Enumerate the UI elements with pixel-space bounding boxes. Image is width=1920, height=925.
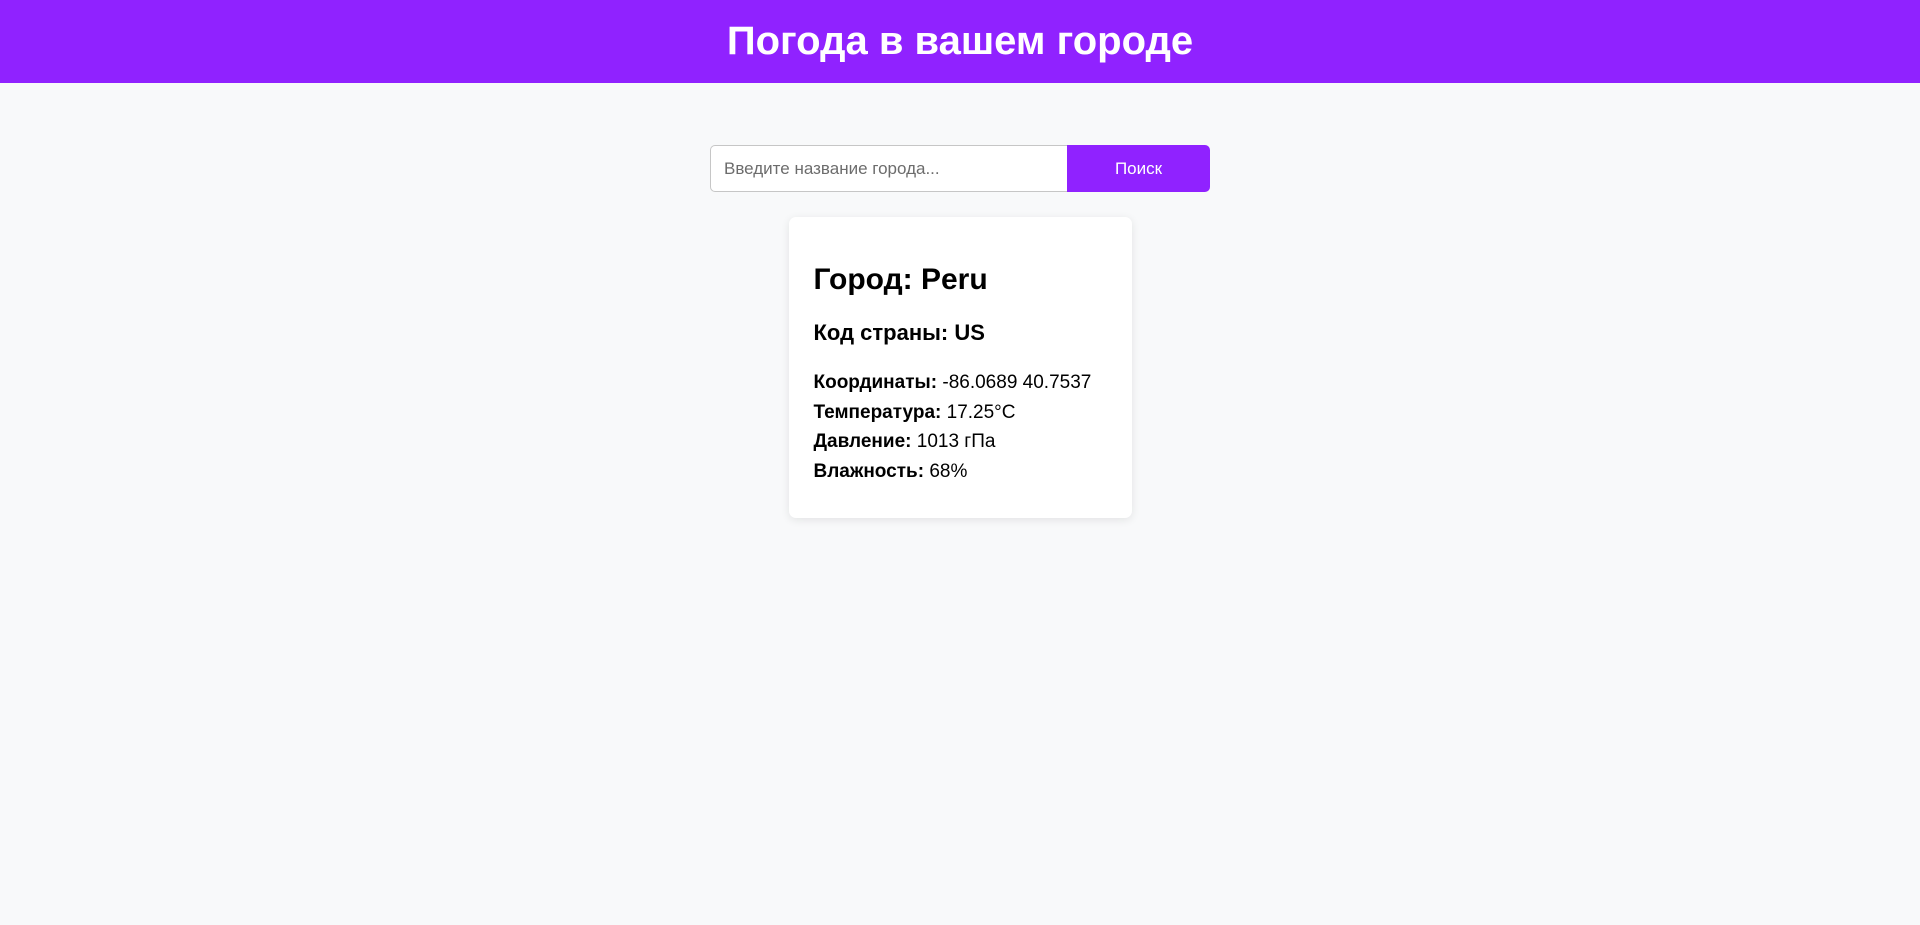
humidity-row: Влажность: 68% [814, 457, 1107, 487]
city-search-input[interactable] [710, 145, 1067, 192]
app-header: Погода в вашем городе [0, 0, 1920, 83]
temperature-value: 17.25°C [946, 401, 1016, 423]
weather-info-list: Координаты: -86.0689 40.7537 Температура… [814, 368, 1107, 486]
coordinates-row: Координаты: -86.0689 40.7537 [814, 368, 1107, 398]
search-bar: Поиск [0, 145, 1920, 192]
weather-card: Город: Peru Код страны: US Координаты: -… [788, 217, 1132, 518]
city-title: Город: Peru [814, 265, 1107, 295]
pressure-label: Давление: [813, 431, 912, 452]
humidity-label: Влажность: [813, 460, 925, 482]
search-button[interactable]: Поиск [1067, 145, 1210, 192]
pressure-value: 1013 гПа [916, 431, 996, 452]
pressure-row: Давление: 1013 гПа [814, 427, 1107, 457]
country-label: Код страны: [813, 320, 949, 345]
city-label: Город: [813, 263, 913, 296]
temperature-label: Температура: [813, 401, 942, 423]
page-title: Погода в вашем городе [726, 19, 1194, 63]
humidity-value: 68% [929, 460, 968, 482]
coordinates-label: Координаты: [813, 372, 938, 393]
city-name: Peru [920, 263, 988, 296]
country-value: US [954, 320, 985, 345]
country-code: Код страны: US [814, 322, 1107, 344]
temperature-row: Температура: 17.25°C [814, 398, 1107, 428]
coordinates-value: -86.0689 40.7537 [942, 372, 1092, 393]
